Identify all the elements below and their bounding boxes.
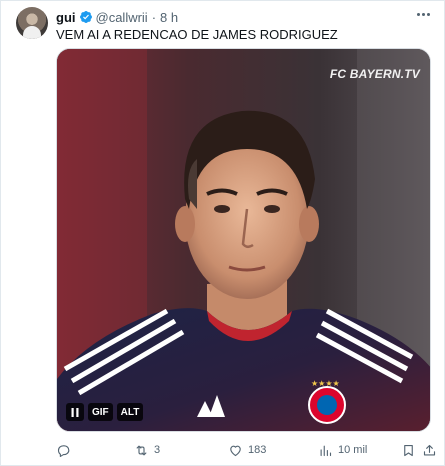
alt-text-button[interactable]: ALT — [116, 403, 144, 421]
gif-controls: GIF ALT — [66, 403, 144, 421]
pause-icon — [71, 407, 79, 417]
share-icon — [423, 444, 436, 455]
reply-button[interactable] — [56, 441, 76, 459]
like-button[interactable]: 183 — [228, 441, 266, 459]
more-options-icon[interactable] — [412, 6, 434, 22]
tweet-header: gui @callwrii · 8 h — [56, 9, 178, 25]
separator-dot: · — [151, 9, 157, 25]
bookmark-button[interactable] — [401, 441, 416, 459]
avatar[interactable] — [16, 7, 48, 39]
tweet-card[interactable]: gui @callwrii · 8 h VEM AI A REDENCAO DE… — [0, 0, 445, 466]
retweet-count: 3 — [154, 444, 161, 456]
action-bar: 3 183 10 mil — [56, 441, 436, 459]
display-name[interactable]: gui — [56, 10, 76, 25]
handle[interactable]: @callwrii — [96, 10, 148, 25]
share-button[interactable] — [422, 441, 437, 459]
gif-media[interactable]: ★★★★ FC BAYERN.TV GIF ALT — [56, 48, 431, 432]
retweet-button[interactable]: 3 — [134, 441, 160, 459]
views-button[interactable]: 10 mil — [318, 441, 367, 459]
bookmark-icon — [404, 444, 413, 456]
heart-icon — [230, 445, 241, 456]
gif-badge: GIF — [88, 403, 113, 421]
like-count: 183 — [248, 444, 267, 456]
retweet-icon — [136, 445, 147, 455]
watermark-label: FC BAYERN.TV — [329, 67, 420, 81]
verified-badge-icon — [79, 11, 92, 23]
views-icon — [320, 445, 332, 456]
tweet-text: VEM AI A REDENCAO DE JAMES RODRIGUEZ — [56, 27, 338, 42]
svg-text:★★★★: ★★★★ — [311, 379, 340, 388]
reply-icon — [57, 444, 70, 457]
pause-button[interactable] — [66, 403, 84, 421]
timestamp[interactable]: 8 h — [160, 10, 178, 25]
gif-frame: ★★★★ — [57, 49, 430, 431]
view-count: 10 mil — [338, 444, 368, 456]
